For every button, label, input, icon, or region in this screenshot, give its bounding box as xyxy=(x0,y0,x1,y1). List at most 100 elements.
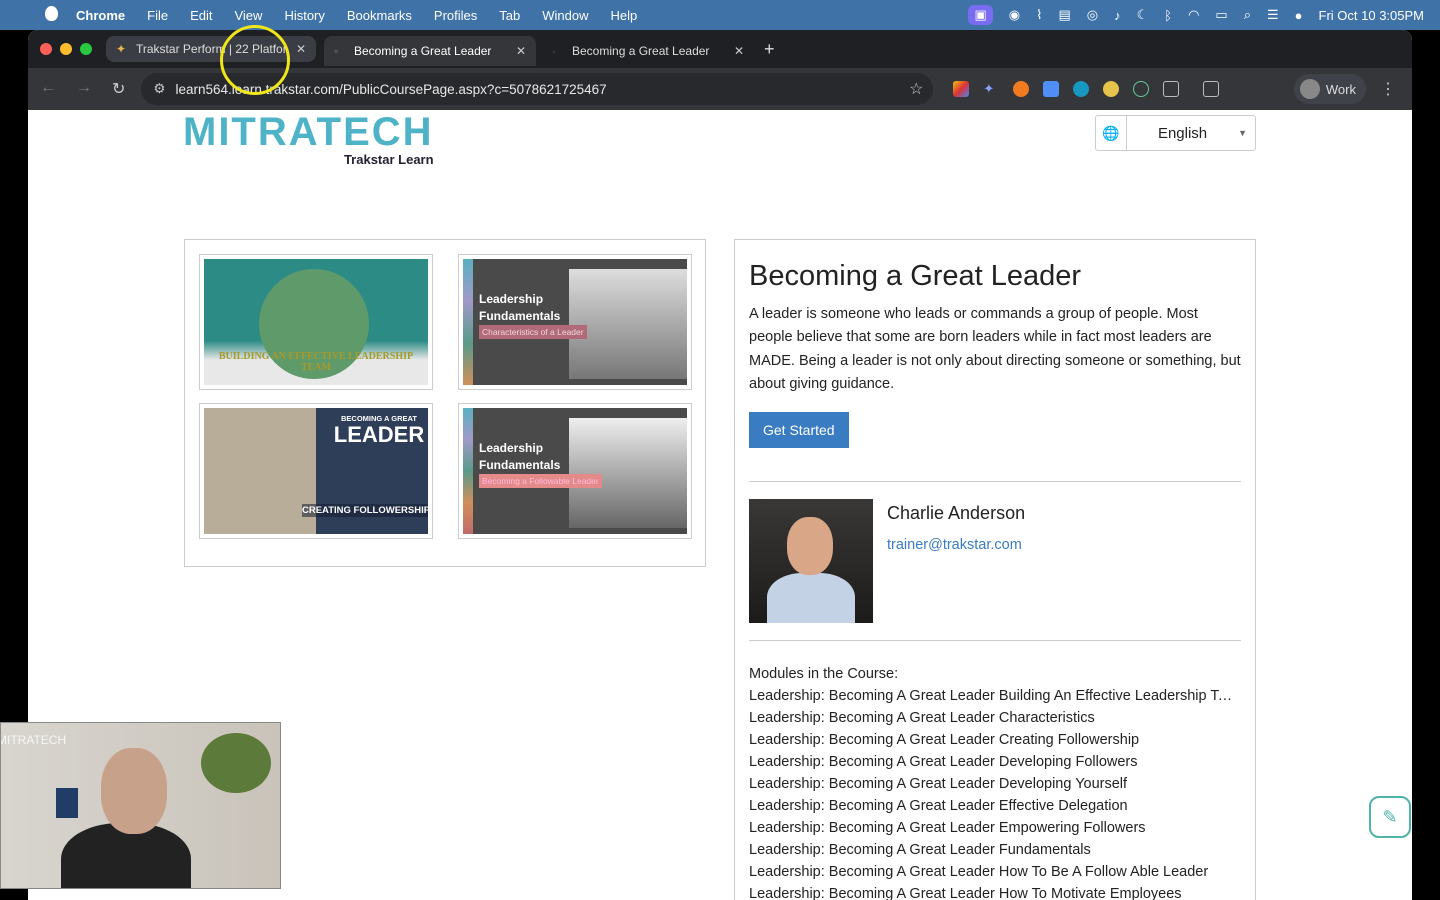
course-title: Becoming a Great Leader xyxy=(749,260,1082,292)
thumbnail-subtitle: Characteristics of a Leader xyxy=(479,325,587,339)
tv-screen xyxy=(56,788,78,818)
reading-mode-icon[interactable] xyxy=(1203,81,1220,97)
thumbnail-video[interactable]: Leadership Fundamentals Characteristics … xyxy=(458,254,692,390)
mitratech-logo[interactable]: MITRATECH Trakstar Learn xyxy=(183,110,434,167)
trainer-card: Charlie Anderson trainer@trakstar.com xyxy=(749,499,1241,624)
trainer-name: Charlie Anderson xyxy=(887,503,1026,524)
module-item: Leadership: Becoming A Great Leader How … xyxy=(749,886,1182,900)
minimize-window-button[interactable] xyxy=(60,43,72,55)
bookmark-star-icon[interactable]: ☆ xyxy=(909,79,923,99)
thumbnail-title: Leadership Fundamentals xyxy=(479,441,561,472)
new-tab-button[interactable]: + xyxy=(764,39,775,60)
trainer-email-link[interactable]: trainer@trakstar.com xyxy=(887,537,1025,553)
thumbnail-title: Leadership Fundamentals xyxy=(479,292,561,323)
tab-becoming-great-leader[interactable]: · Becoming a Great Leader ✕ xyxy=(542,36,754,66)
module-item: Leadership: Becoming A Great Leader Fund… xyxy=(749,842,1091,859)
maximize-window-button[interactable] xyxy=(80,43,92,55)
module-item: Leadership: Becoming A Great Leader How … xyxy=(749,864,1209,881)
course-info-panel: Becoming a Great Leader A leader is some… xyxy=(734,239,1256,900)
course-description: A leader is someone who leads or command… xyxy=(749,306,1241,392)
menu-help[interactable]: Help xyxy=(611,8,638,23)
chat-widget-button[interactable]: ✎ xyxy=(1369,796,1411,838)
plant xyxy=(201,733,271,793)
menu-tab[interactable]: Tab xyxy=(499,8,520,23)
globe-icon: 🌐 xyxy=(1096,116,1127,150)
close-tab-icon[interactable]: ✕ xyxy=(296,42,306,56)
extension-sparkle-icon[interactable]: ✦ xyxy=(983,81,999,97)
back-button[interactable]: ← xyxy=(40,79,56,99)
page-favicon-icon: ◦ xyxy=(334,44,339,58)
module-item: Leadership: Becoming A Great Leader Deve… xyxy=(749,754,1138,771)
salesforce-icon[interactable] xyxy=(1073,81,1090,97)
menu-bookmarks[interactable]: Bookmarks xyxy=(347,8,412,23)
menu-history[interactable]: History xyxy=(284,8,324,23)
macos-menubar: Chrome File Edit View History Bookmarks … xyxy=(0,0,1440,30)
extensions-puzzle-icon[interactable] xyxy=(1163,81,1180,97)
divider xyxy=(749,640,1241,642)
module-item: Leadership: Becoming A Great Leader Deve… xyxy=(749,776,1128,793)
extension-icon[interactable] xyxy=(1013,81,1030,97)
clock[interactable]: Fri Oct 10 3:05PM xyxy=(1319,8,1424,23)
extension-icon[interactable] xyxy=(1043,81,1060,97)
menu-profiles[interactable]: Profiles xyxy=(434,8,477,23)
apple-icon[interactable] xyxy=(45,6,58,21)
close-tab-icon[interactable]: ✕ xyxy=(734,44,744,58)
modules-label: Modules in the Course: xyxy=(749,666,899,683)
close-window-button[interactable] xyxy=(40,43,52,55)
chevron-down-icon: ▼ xyxy=(1238,128,1247,138)
chrome-menu-icon[interactable]: ⋮ xyxy=(1380,79,1396,99)
menu-edit[interactable]: Edit xyxy=(190,8,212,23)
logo-product: Trakstar Learn xyxy=(343,152,434,167)
search-icon[interactable]: ⌕ xyxy=(1244,7,1251,23)
thumbnail-caption: BUILDING AN EFFECTIVE LEADERSHIP TEAM xyxy=(218,351,414,373)
tab-title: Becoming a Great Leader xyxy=(572,44,710,58)
language-select[interactable]: 🌐 English ▼ xyxy=(1095,115,1256,151)
tab-becoming-great-leader-active[interactable]: ◦ Becoming a Great Leader ✕ xyxy=(324,36,536,66)
control-center-icon[interactable]: ☰ xyxy=(1267,7,1279,23)
thumbnail-subtitle: CREATING FOLLOWERSHIP xyxy=(302,504,428,517)
get-started-button[interactable]: Get Started xyxy=(749,412,849,449)
recorder-icon[interactable]: ◎ xyxy=(1087,7,1098,23)
thumbnail-photo xyxy=(569,269,687,379)
menu-window[interactable]: Window xyxy=(542,8,588,23)
site-info-icon[interactable]: ⚙ xyxy=(153,81,165,97)
teams-icon[interactable]: ▤ xyxy=(1058,7,1070,23)
battery-icon[interactable]: ▭ xyxy=(1215,7,1227,23)
modules-list: Modules in the Course: Leadership: Becom… xyxy=(749,663,1241,900)
airpods-icon[interactable]: ♪ xyxy=(1114,8,1121,23)
zoom-icon[interactable]: ◉ xyxy=(1009,7,1020,23)
webcam-overlay[interactable]: MITRATECH xyxy=(0,722,281,889)
thumbnail-video[interactable]: BECOMING A GREAT LEADER CREATING FOLLOWE… xyxy=(199,403,433,539)
extension-icon[interactable] xyxy=(953,81,970,97)
cursor-highlight xyxy=(220,25,290,95)
screen-share-icon[interactable]: ▣ xyxy=(968,5,993,25)
thumbnail-photo xyxy=(569,418,687,528)
forward-button[interactable]: → xyxy=(76,79,92,99)
siri-icon[interactable]: ● xyxy=(1295,8,1303,23)
language-value: English xyxy=(1157,124,1208,142)
close-tab-icon[interactable]: ✕ xyxy=(516,44,526,58)
tab-title: Becoming a Great Leader xyxy=(354,44,492,58)
extension-icon[interactable] xyxy=(1103,81,1120,97)
webcam-watermark: MITRATECH xyxy=(0,733,67,747)
course-thumbnail-gallery: BUILDING AN EFFECTIVE LEADERSHIP TEAM Le… xyxy=(184,239,706,567)
module-item: Leadership: Becoming A Great Leader Buil… xyxy=(749,688,1239,705)
paperclip-icon[interactable]: ⌇ xyxy=(1036,7,1042,23)
menu-app[interactable]: Chrome xyxy=(76,8,125,23)
moon-icon[interactable]: ☾ xyxy=(1137,7,1149,23)
thumbnail-video[interactable]: Leadership Fundamentals Becoming a Follo… xyxy=(458,403,692,539)
presenter-head xyxy=(101,748,167,834)
divider xyxy=(749,481,1241,483)
color-strip xyxy=(463,259,473,385)
wifi-icon[interactable]: ◠ xyxy=(1188,7,1199,23)
bluetooth-icon[interactable]: ᛒ xyxy=(1164,8,1172,23)
menu-view[interactable]: View xyxy=(234,8,262,23)
module-item: Leadership: Becoming A Great Leader Char… xyxy=(749,710,1095,727)
thumbnail-video[interactable]: BUILDING AN EFFECTIVE LEADERSHIP TEAM xyxy=(199,254,433,390)
menu-file[interactable]: File xyxy=(147,8,168,23)
trainer-photo xyxy=(749,499,873,624)
extension-icon[interactable] xyxy=(1133,81,1150,97)
profile-button[interactable]: Work xyxy=(1293,74,1366,104)
logo-brand: MITRATECH xyxy=(183,110,434,154)
reload-button[interactable]: ↻ xyxy=(112,79,125,99)
